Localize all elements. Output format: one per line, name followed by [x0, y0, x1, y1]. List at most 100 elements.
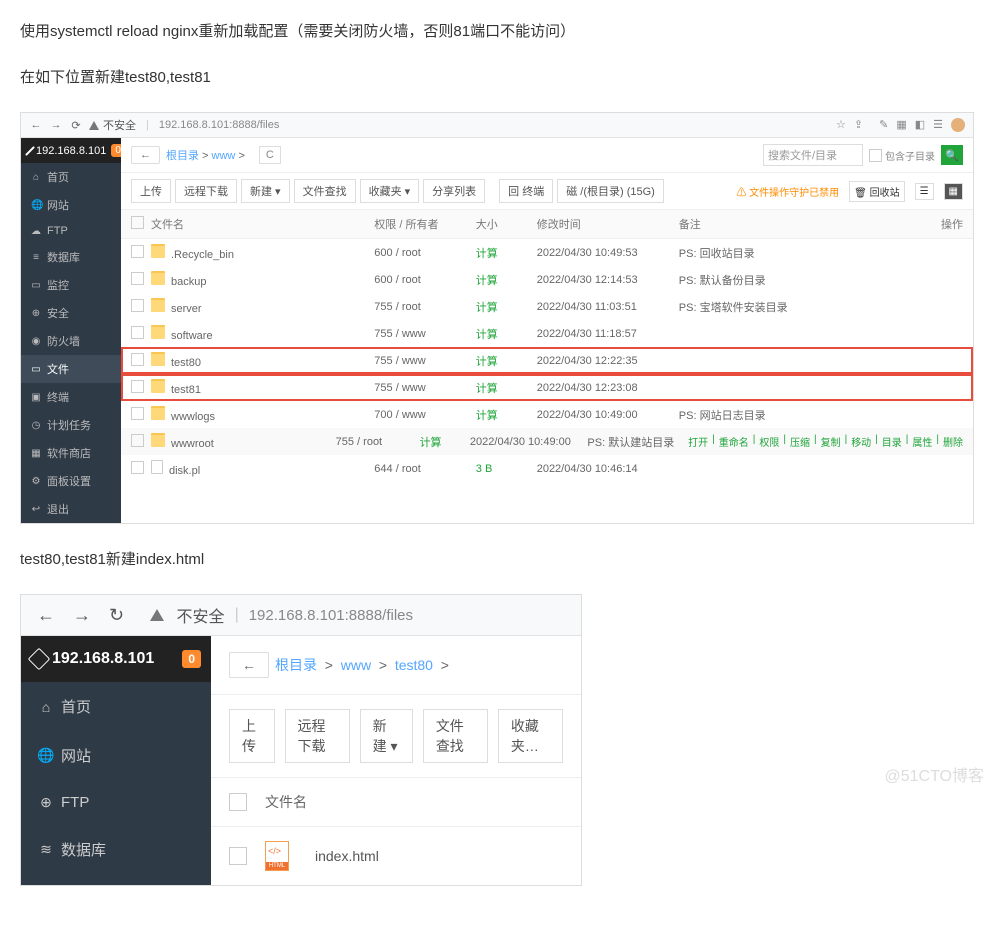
file-size[interactable]: 计算 [476, 380, 537, 396]
action-link[interactable]: 移动 [851, 434, 871, 449]
ext-icon-3[interactable]: ◧ [915, 118, 925, 132]
sidebar-item-monitor[interactable]: ▭监控 [21, 271, 121, 299]
action-link[interactable]: 权限 [759, 434, 779, 449]
sidebar-item-ftp[interactable]: ⊕FTP [21, 780, 211, 825]
upload-button[interactable]: 上传 [229, 709, 275, 763]
sidebar-item-settings[interactable]: ⚙面板设置 [21, 467, 121, 495]
back-button[interactable]: ← [229, 652, 269, 678]
sidebar-item-home[interactable]: ⌂首页 [21, 163, 121, 191]
search-input[interactable]: 搜索文件/目录 [763, 144, 863, 166]
file-size[interactable]: 计算 [476, 299, 537, 315]
forward-icon[interactable]: → [67, 605, 97, 626]
find-button[interactable]: 文件查找 [294, 179, 356, 203]
ext-icon-2[interactable]: ▦ [896, 118, 906, 132]
url-text[interactable]: 192.168.8.101:8888/files [249, 607, 413, 624]
sidebar-item-site[interactable]: 🌐网站 [21, 731, 211, 780]
row-checkbox[interactable] [131, 353, 144, 366]
url-text[interactable]: 192.168.8.101:8888/files [159, 119, 280, 131]
row-checkbox[interactable] [131, 407, 144, 420]
sidebar-item-db[interactable]: ≋数据库 [21, 825, 211, 874]
select-all-checkbox[interactable] [131, 216, 144, 229]
row-checkbox[interactable] [131, 326, 144, 339]
row-checkbox[interactable] [229, 847, 247, 865]
sidebar-item-firewall[interactable]: ◉防火墙 [21, 327, 121, 355]
file-size[interactable]: 计算 [476, 407, 537, 423]
sidebar-item-ftp[interactable]: ☁FTP [21, 219, 121, 243]
action-link[interactable]: 压缩 [790, 434, 810, 449]
table-row[interactable]: software755 / www计算2022/04/30 11:18:57 [121, 320, 973, 347]
action-link[interactable]: 目录 [882, 434, 902, 449]
disk-usage-button[interactable]: 磁 /(根目录) (15G) [557, 179, 664, 203]
file-perm: 644 / root [374, 463, 476, 475]
recycle-link[interactable]: 🗑 回收站 [849, 181, 904, 202]
reload-icon[interactable]: ↻ [103, 605, 130, 626]
row-checkbox[interactable] [131, 272, 144, 285]
file-name: test81 [171, 384, 201, 396]
remote-download-button[interactable]: 远程下载 [175, 179, 237, 203]
favorites-button[interactable]: 收藏夹 ▾ [360, 179, 420, 203]
table-row[interactable]: wwwroot755 / root计算2022/04/30 10:49:00PS… [121, 428, 973, 455]
upload-button[interactable]: 上传 [131, 179, 171, 203]
action-link[interactable]: 属性 [912, 434, 932, 449]
file-size[interactable]: 计算 [476, 353, 537, 369]
sidebar-item-db[interactable]: ≡数据库 [21, 243, 121, 271]
table-row[interactable]: index.html [211, 827, 581, 885]
table-row[interactable]: backup600 / root计算2022/04/30 12:14:53PS:… [121, 266, 973, 293]
terminal-button[interactable]: 回 终端 [499, 179, 553, 203]
star-icon[interactable]: ☆ [836, 118, 846, 132]
new-button[interactable]: 新建 ▾ [360, 709, 413, 763]
row-checkbox[interactable] [131, 434, 144, 447]
breadcrumb[interactable]: 根目录 > www > [166, 147, 245, 163]
table-row[interactable]: disk.pl644 / root3 B2022/04/30 10:46:14 [121, 455, 973, 482]
new-button[interactable]: 新建 ▾ [241, 179, 290, 203]
forward-icon[interactable]: → [49, 118, 63, 132]
sidebar-item-logout[interactable]: ↩退出 [21, 495, 121, 523]
table-row[interactable]: server755 / root计算2022/04/30 11:03:51PS:… [121, 293, 973, 320]
favorites-button[interactable]: 收藏夹… [498, 709, 563, 763]
sidebar-item-terminal[interactable]: ▣终端 [21, 383, 121, 411]
action-link[interactable]: 重命名 [719, 434, 749, 449]
sidebar-item-label: 网站 [61, 745, 91, 766]
file-size[interactable]: 计算 [476, 245, 537, 261]
search-button[interactable]: 🔍 [941, 145, 963, 165]
sidebar-item-home[interactable]: ⌂首页 [21, 682, 211, 731]
sidebar-item-cron[interactable]: ◷计划任务 [21, 411, 121, 439]
table-row[interactable]: .Recycle_bin600 / root计算2022/04/30 10:49… [121, 239, 973, 266]
action-link[interactable]: 打开 [688, 434, 708, 449]
refresh-button[interactable]: C [259, 146, 281, 164]
file-size[interactable]: 计算 [420, 434, 470, 450]
menu-icon[interactable]: ☰ [933, 118, 943, 132]
row-checkbox[interactable] [131, 245, 144, 258]
sidebar-item-security[interactable]: ⊕安全 [21, 299, 121, 327]
reload-icon[interactable]: ⟳ [69, 118, 83, 132]
pencil-icon[interactable]: ✎ [879, 118, 888, 132]
avatar[interactable] [951, 118, 965, 132]
share-list-button[interactable]: 分享列表 [423, 179, 485, 203]
breadcrumb[interactable]: 根目录 > www > test80 > [275, 655, 449, 675]
select-all-checkbox[interactable] [229, 793, 247, 811]
share-icon[interactable]: ⇪ [854, 118, 863, 132]
sidebar-item-store[interactable]: ▦软件商店 [21, 439, 121, 467]
file-size[interactable]: 计算 [476, 326, 537, 342]
file-size[interactable]: 计算 [476, 272, 537, 288]
sidebar-item-site[interactable]: 🌐网站 [21, 191, 121, 219]
action-link[interactable]: 删除 [943, 434, 963, 449]
back-icon[interactable]: ← [29, 118, 43, 132]
view-list-icon[interactable]: ☰ [915, 183, 934, 200]
row-checkbox[interactable] [131, 461, 144, 474]
table-row[interactable]: test81755 / www计算2022/04/30 12:23:08 [121, 374, 973, 401]
find-button[interactable]: 文件查找 [423, 709, 488, 763]
table-row[interactable]: wwwlogs700 / www计算2022/04/30 10:49:00PS:… [121, 401, 973, 428]
row-checkbox[interactable] [131, 380, 144, 393]
include-sub-checkbox[interactable]: 包含子目录 [869, 148, 935, 163]
row-checkbox[interactable] [131, 299, 144, 312]
table-row[interactable]: test80755 / www计算2022/04/30 12:22:35 [121, 347, 973, 374]
sidebar-item-files[interactable]: ▭文件 [21, 355, 121, 383]
action-link[interactable]: 复制 [821, 434, 841, 449]
back-button[interactable]: ← [131, 146, 160, 164]
file-size[interactable]: 3 B [476, 463, 537, 475]
remote-download-button[interactable]: 远程下载 [285, 709, 350, 763]
view-grid-icon[interactable]: ▦ [944, 183, 963, 200]
file-toolbar: 上传 远程下载 新建 ▾ 文件查找 收藏夹… [211, 695, 581, 778]
back-icon[interactable]: ← [31, 605, 61, 626]
